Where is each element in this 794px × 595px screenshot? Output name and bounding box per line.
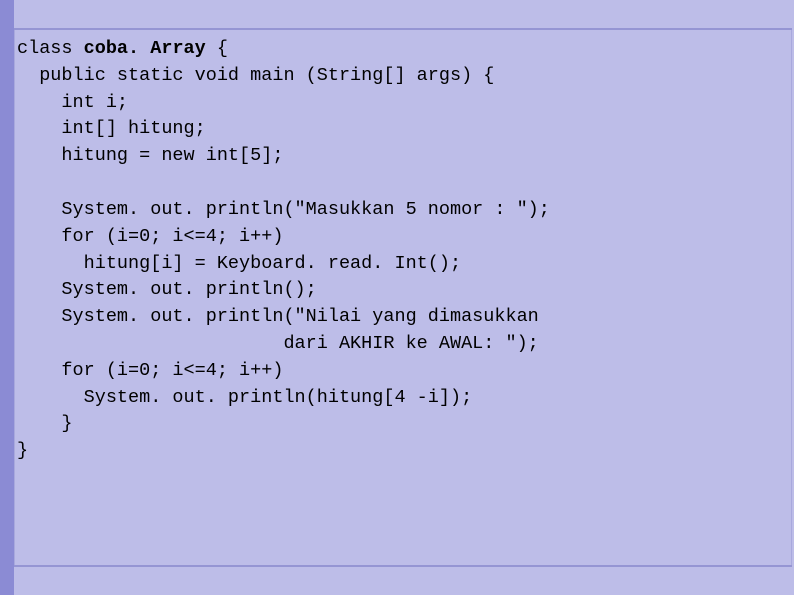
code-line-16: }: [17, 440, 28, 461]
code-line-15: }: [17, 413, 73, 434]
code-line-2: public static void main (String[] args) …: [17, 65, 494, 86]
code-line-9: hitung[i] = Keyboard. read. Int();: [17, 253, 461, 274]
code-line-14: System. out. println(hitung[4 -i]);: [17, 387, 472, 408]
code-line-3: int i;: [17, 92, 128, 113]
code-line-5: hitung = new int[5];: [17, 145, 283, 166]
code-line-11: System. out. println("Nilai yang dimasuk…: [17, 306, 539, 327]
code-line-1a: class: [17, 38, 84, 59]
code-line-1b: coba. Array: [84, 38, 206, 59]
code-line-7: System. out. println("Masukkan 5 nomor :…: [17, 199, 550, 220]
code-line-12: dari AKHIR ke AWAL: ");: [17, 333, 539, 354]
code-line-8: for (i=0; i<=4; i++): [17, 226, 283, 247]
left-margin-bar: [0, 0, 14, 595]
code-line-1c: {: [206, 38, 228, 59]
bottom-rule: [14, 565, 792, 567]
code-line-13: for (i=0; i<=4; i++): [17, 360, 283, 381]
code-line-10: System. out. println();: [17, 279, 317, 300]
code-block: class coba. Array { public static void m…: [14, 30, 792, 565]
code-line-4: int[] hitung;: [17, 118, 206, 139]
